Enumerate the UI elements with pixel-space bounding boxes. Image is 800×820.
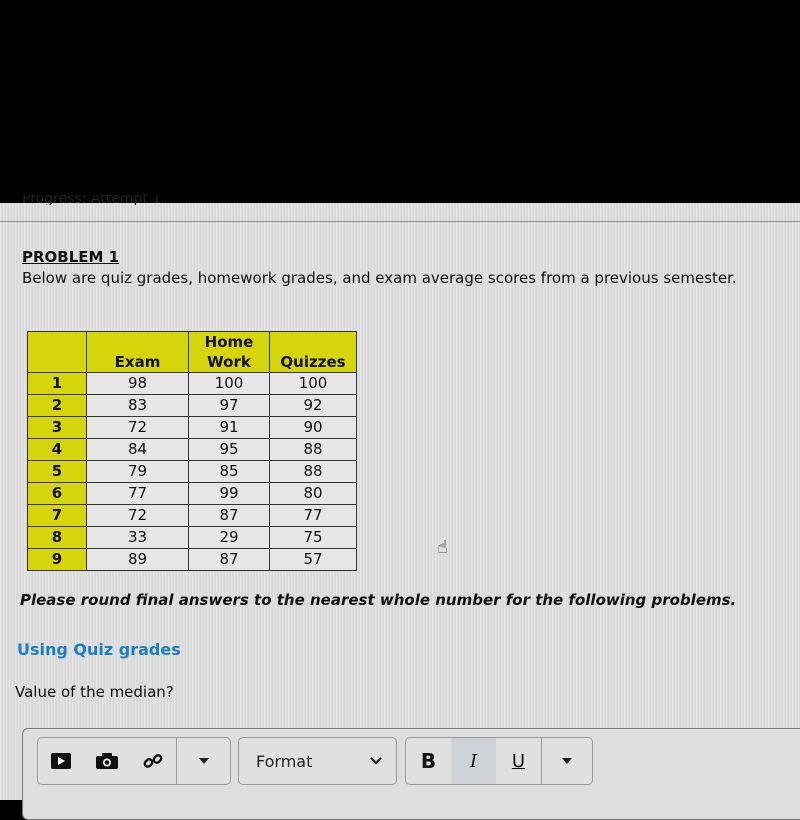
table-row: 6 77 99 80 bbox=[27, 482, 357, 505]
text-style-toolbar-group: B I U bbox=[405, 737, 593, 785]
row-number: 3 bbox=[27, 416, 87, 439]
header-exam: Exam bbox=[86, 331, 189, 373]
divider bbox=[0, 221, 800, 222]
format-label: Format bbox=[256, 751, 313, 771]
camera-icon bbox=[96, 753, 118, 769]
caret-down-icon bbox=[198, 758, 209, 764]
exam-cell: 72 bbox=[86, 416, 189, 439]
quizzes-cell: 75 bbox=[269, 526, 357, 549]
table-row: 7 72 87 77 bbox=[27, 504, 357, 527]
problem-description: Below are quiz grades, homework grades, … bbox=[22, 269, 737, 287]
homework-cell: 100 bbox=[188, 372, 270, 395]
table-row: 9 89 87 57 bbox=[27, 548, 357, 571]
quizzes-cell: 80 bbox=[269, 482, 357, 505]
homework-cell: 85 bbox=[188, 460, 270, 483]
homework-cell: 29 bbox=[188, 526, 270, 549]
homework-cell: 97 bbox=[188, 394, 270, 417]
row-number: 9 bbox=[27, 548, 87, 571]
chevron-down-icon bbox=[356, 738, 396, 784]
homework-cell: 99 bbox=[188, 482, 270, 505]
rounding-instructions: Please round final answers to the neares… bbox=[20, 591, 737, 609]
table-row: 1 98 100 100 bbox=[27, 372, 357, 395]
table-row: 8 33 29 75 bbox=[27, 526, 357, 549]
quizzes-cell: 92 bbox=[269, 394, 357, 417]
page-heading-cut-off: Progress: Attempt 1 bbox=[22, 195, 162, 205]
table-row: 3 72 91 90 bbox=[27, 416, 357, 439]
video-icon bbox=[51, 753, 71, 769]
problem-title: PROBLEM 1 bbox=[22, 248, 120, 266]
table-row: 4 84 95 88 bbox=[27, 438, 357, 461]
quizzes-cell: 100 bbox=[269, 372, 357, 395]
link-icon bbox=[143, 754, 163, 768]
header-corner bbox=[27, 331, 87, 373]
insert-image-button[interactable] bbox=[84, 738, 130, 784]
row-number: 7 bbox=[27, 504, 87, 527]
row-number: 4 bbox=[27, 438, 87, 461]
header-quizzes: Quizzes bbox=[269, 331, 357, 373]
underline-button[interactable]: U bbox=[496, 738, 541, 784]
exam-cell: 77 bbox=[86, 482, 189, 505]
answer-editor[interactable]: Format B I U bbox=[22, 728, 800, 820]
more-styles-dropdown[interactable] bbox=[542, 738, 592, 784]
caret-down-icon bbox=[562, 758, 572, 764]
row-number: 8 bbox=[27, 526, 87, 549]
homework-cell: 87 bbox=[188, 504, 270, 527]
exam-cell: 33 bbox=[86, 526, 189, 549]
exam-cell: 84 bbox=[86, 438, 189, 461]
quiz-page: Progress: Attempt 1 PROBLEM 1 Below are … bbox=[0, 195, 800, 820]
header-homework-line2: Work bbox=[207, 353, 251, 371]
quizzes-cell: 57 bbox=[269, 548, 357, 571]
more-insert-dropdown[interactable] bbox=[177, 738, 230, 784]
exam-cell: 79 bbox=[86, 460, 189, 483]
insert-media-button[interactable] bbox=[38, 738, 84, 784]
table-row: 5 79 85 88 bbox=[27, 460, 357, 483]
header-exam-label: Exam bbox=[114, 353, 161, 371]
row-number: 1 bbox=[27, 372, 87, 395]
quizzes-cell: 88 bbox=[269, 438, 357, 461]
homework-cell: 87 bbox=[188, 548, 270, 571]
question-text: Value of the median? bbox=[15, 683, 174, 701]
format-dropdown[interactable]: Format bbox=[238, 737, 397, 785]
bold-button[interactable]: B bbox=[406, 738, 451, 784]
homework-cell: 91 bbox=[188, 416, 270, 439]
header-quizzes-label: Quizzes bbox=[280, 353, 346, 371]
grades-table: Exam Home Work Quizzes 1 98 100 100 2 83 97 92 3… bbox=[27, 331, 357, 571]
quizzes-cell: 77 bbox=[269, 504, 357, 527]
homework-cell: 95 bbox=[188, 438, 270, 461]
insert-link-button[interactable] bbox=[130, 738, 176, 784]
italic-button[interactable]: I bbox=[451, 738, 496, 784]
hand-pointer-cursor-icon: ☝ bbox=[437, 537, 448, 558]
table-header-row: Exam Home Work Quizzes bbox=[27, 331, 357, 373]
row-number: 6 bbox=[27, 482, 87, 505]
quizzes-cell: 88 bbox=[269, 460, 357, 483]
exam-cell: 83 bbox=[86, 394, 189, 417]
quizzes-cell: 90 bbox=[269, 416, 357, 439]
exam-cell: 89 bbox=[86, 548, 189, 571]
row-number: 5 bbox=[27, 460, 87, 483]
exam-cell: 72 bbox=[86, 504, 189, 527]
table-row: 2 83 97 92 bbox=[27, 394, 357, 417]
exam-cell: 98 bbox=[86, 372, 189, 395]
header-homework: Home Work bbox=[188, 331, 270, 373]
insert-toolbar-group bbox=[37, 737, 231, 785]
header-homework-line1: Home bbox=[204, 333, 254, 351]
section-title: Using Quiz grades bbox=[17, 640, 181, 659]
row-number: 2 bbox=[27, 394, 87, 417]
